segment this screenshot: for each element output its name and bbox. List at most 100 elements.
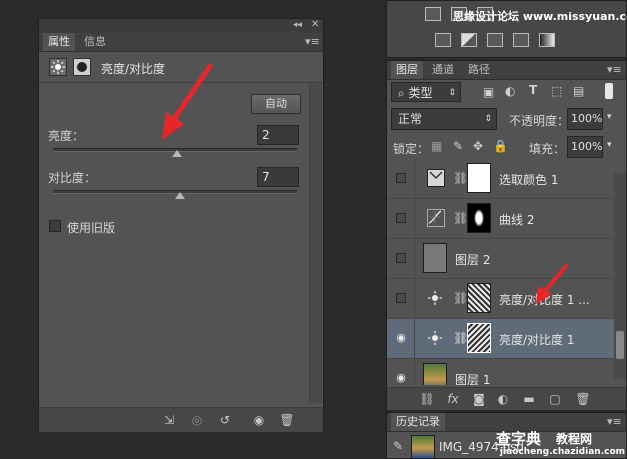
invert-adjust-icon[interactable]: [461, 33, 477, 47]
selective-color-adjust-icon[interactable]: [513, 33, 529, 47]
layer-mask-thumbnail: [467, 163, 491, 193]
lock-transparent-icon[interactable]: ▦: [431, 139, 442, 153]
new-group-icon[interactable]: ▬: [521, 391, 537, 407]
layer-row-curves[interactable]: ⛓ 曲线 2: [387, 199, 614, 239]
opacity-dropdown-icon[interactable]: ▾: [607, 112, 612, 122]
visibility-toggle[interactable]: [387, 199, 415, 238]
selective-color-icon: [427, 169, 445, 187]
layer-row-brightness-copy[interactable]: ⛓ 亮度/对比度 1 ...: [387, 279, 614, 319]
eye-off-icon: [396, 173, 406, 183]
fx-icon[interactable]: fx: [445, 391, 461, 407]
layer-mask-thumbnail: [467, 323, 491, 353]
mask-icon[interactable]: [73, 58, 91, 76]
photo-filter-adjust-icon[interactable]: [435, 33, 451, 47]
link-chain-icon: ⛓: [453, 291, 469, 305]
tab-layers[interactable]: 图层: [391, 61, 423, 79]
brightness-value-field[interactable]: 2: [257, 125, 299, 145]
visibility-toggle[interactable]: ◉: [387, 319, 415, 358]
layer-name: 曲线 2: [499, 213, 535, 227]
visibility-toggle[interactable]: [387, 159, 415, 198]
layer-row-brightness[interactable]: ◉ ⛓ 亮度/对比度 1: [387, 319, 614, 359]
trash-icon[interactable]: 🗑: [575, 391, 591, 407]
panel-menu-icon[interactable]: ▾≡: [305, 35, 320, 48]
view-previous-icon[interactable]: ◎: [189, 412, 205, 428]
properties-scrollbar[interactable]: [309, 83, 322, 403]
curves-icon: [427, 209, 445, 227]
layers-menu-icon[interactable]: ▾≡: [607, 63, 622, 76]
filter-type-icon[interactable]: T: [529, 83, 537, 97]
link-chain-icon: ⛓: [453, 211, 469, 225]
tab-properties[interactable]: 属性: [43, 33, 75, 51]
layer-name: 亮度/对比度 1: [499, 333, 575, 347]
opacity-label: 不透明度：: [509, 114, 570, 128]
link-layers-icon[interactable]: ⛓: [419, 391, 435, 407]
link-chain-icon: ⛓: [453, 171, 469, 185]
brightness-slider-thumb[interactable]: [172, 150, 183, 157]
new-adjustment-icon[interactable]: ◐: [495, 391, 511, 407]
brightness-label: 亮度：: [48, 129, 85, 143]
posterize-adjust-icon[interactable]: [487, 33, 503, 47]
filter-pixel-icon[interactable]: ▣: [483, 85, 494, 99]
lock-position-icon[interactable]: ✥: [473, 139, 483, 153]
blend-mode-select[interactable]: 正常 ⇕: [391, 108, 497, 130]
tab-info[interactable]: 信息: [79, 33, 111, 51]
lock-image-icon[interactable]: ✎: [453, 139, 463, 153]
visibility-toggle[interactable]: [387, 239, 415, 278]
trash-icon[interactable]: 🗑: [279, 412, 295, 428]
contrast-slider-thumb[interactable]: [174, 192, 185, 199]
collapse-icon[interactable]: ◂◂: [293, 20, 302, 30]
filter-smart-object-icon[interactable]: ▤: [573, 84, 584, 98]
contrast-value-field[interactable]: 7: [257, 167, 299, 187]
eye-icon: ◉: [396, 371, 406, 384]
eye-icon: ◉: [396, 331, 406, 344]
layer-row-selective-color[interactable]: ⛓ 选取颜色 1: [387, 159, 614, 199]
layer-row-layer-1[interactable]: ◉ 图层 1: [387, 359, 614, 385]
clip-to-layer-icon[interactable]: ⇲: [161, 412, 177, 428]
layers-bottom-toolbar: ⛓ fx ◙ ◐ ▬ ▢ 🗑: [387, 387, 626, 410]
auto-button[interactable]: 自动: [251, 94, 301, 114]
tab-history[interactable]: 历史记录: [391, 413, 445, 431]
history-snapshot-thumbnail[interactable]: [411, 435, 435, 459]
adjustments-panel: 思缘设计论坛 www.missyuan.com: [386, 0, 627, 58]
layer-row-layer-2[interactable]: 图层 2: [387, 239, 614, 279]
stepper-icon: ⇕: [484, 114, 492, 124]
levels-adjust-icon[interactable]: [425, 7, 441, 21]
visibility-toggle[interactable]: ◉: [387, 359, 415, 385]
layers-scrollbar-thumb[interactable]: [616, 331, 624, 359]
tab-paths[interactable]: 路径: [463, 61, 495, 79]
close-icon[interactable]: ✕: [311, 19, 319, 30]
fill-field[interactable]: 100%: [567, 136, 603, 158]
layers-panel: 图层 通道 路径 ▾≡ ⌕ 类型 ⇕ ▣ ◐ T ⬚ ▤ 正常 ⇕ 不透明度： 10…: [386, 60, 627, 410]
contrast-label: 对比度：: [48, 171, 97, 185]
filter-adjustment-icon[interactable]: ◐: [505, 84, 515, 98]
history-brush-icon: ✎: [393, 439, 404, 453]
fill-dropdown-icon[interactable]: ▾: [607, 140, 612, 150]
gradient-map-adjust-icon[interactable]: [539, 33, 555, 47]
stepper-icon: ⇕: [448, 88, 456, 98]
filter-toggle-icon[interactable]: [605, 83, 613, 99]
filter-shape-icon[interactable]: ⬚: [551, 84, 562, 98]
lock-all-icon[interactable]: 🔒: [493, 139, 508, 153]
brightness-adjustment-icon: [49, 58, 67, 76]
layer-name: 选取颜色 1: [499, 173, 559, 187]
new-layer-icon[interactable]: ▢: [547, 391, 563, 407]
layers-tabs: 图层 通道 路径 ▾≡: [387, 61, 626, 80]
opacity-field[interactable]: 100%: [567, 108, 603, 130]
watermark-bottom-url: jiaocheng.chazidian.com: [500, 447, 626, 457]
visibility-toggle[interactable]: [387, 279, 415, 318]
legacy-checkbox[interactable]: [49, 220, 61, 232]
layer-filter-value: 类型: [408, 86, 433, 100]
watermark-bottom-cn: 查字典: [496, 430, 542, 448]
properties-bottom-toolbar: ⇲ ◎ ↺ ◉ 🗑: [39, 407, 323, 432]
lock-label: 锁定：: [393, 142, 430, 156]
visibility-eye-icon[interactable]: ◉: [251, 412, 267, 428]
add-mask-icon[interactable]: ◙: [471, 391, 487, 407]
panel-titlebar[interactable]: ◂◂ ✕: [39, 19, 323, 33]
history-menu-icon[interactable]: ▾≡: [607, 415, 622, 428]
layer-filter-select[interactable]: ⌕ 类型 ⇕: [391, 82, 461, 102]
layer-name: 图层 1: [455, 373, 491, 385]
reset-icon[interactable]: ↺: [217, 412, 233, 428]
layer-mask-thumbnail: [467, 203, 491, 233]
tab-channels[interactable]: 通道: [427, 61, 459, 79]
layer-name: 图层 2: [455, 253, 491, 267]
